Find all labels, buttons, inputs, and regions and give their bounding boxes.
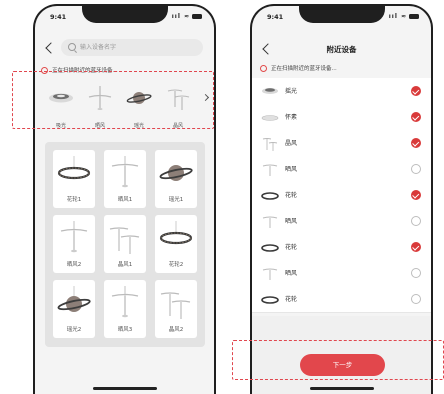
home-indicator	[309, 387, 374, 390]
highlight-frame-button	[232, 340, 444, 380]
checkbox-checked[interactable]	[411, 242, 421, 252]
list-item[interactable]: 晒风	[252, 156, 431, 183]
fan-light-icon	[111, 156, 139, 188]
battery-icon	[192, 14, 202, 19]
ceiling-light-icon	[262, 88, 278, 94]
device-name: 摇光	[285, 88, 298, 95]
checkbox-unchecked[interactable]	[411, 164, 421, 174]
list-item[interactable]: 晶风	[252, 130, 431, 157]
device-card[interactable]: 晒风3	[104, 280, 146, 338]
device-card-label: 花轮2	[168, 262, 184, 268]
ring-chandelier-icon	[261, 296, 279, 304]
status-time: 9:41	[267, 13, 284, 21]
device-name: 花轮	[285, 244, 298, 251]
ring-chandelier-icon	[159, 221, 193, 245]
twin-fan-icon	[262, 138, 278, 151]
device-name: 晶风	[285, 140, 298, 147]
list-item[interactable]: 花轮	[252, 182, 431, 209]
device-name: 怀素	[285, 114, 298, 121]
device-card-label: 晶风2	[168, 327, 184, 333]
signal-wifi-icon: ııl ≈	[171, 13, 190, 20]
device-card[interactable]: 瑶光2	[53, 280, 95, 338]
checkbox-unchecked[interactable]	[411, 294, 421, 304]
device-name: 晒风	[285, 270, 298, 277]
flat-disc-icon	[261, 115, 279, 121]
list-item[interactable]: 晒风	[252, 260, 431, 287]
home-indicator	[92, 387, 157, 390]
device-card-label: 晶风1	[117, 262, 133, 268]
device-card-label: 晒风3	[117, 327, 133, 333]
list-item[interactable]: 晒风	[252, 208, 431, 235]
device-name: 花轮	[285, 192, 298, 199]
device-card[interactable]: 瑶光1	[155, 150, 197, 208]
fan-light-icon	[111, 286, 139, 318]
device-card[interactable]: 花轮2	[155, 215, 197, 273]
fan-light-icon	[262, 164, 278, 176]
status-time: 9:41	[50, 13, 67, 21]
checkbox-checked[interactable]	[411, 190, 421, 200]
planet-lamp-icon	[159, 165, 193, 181]
scan-status-text: 正在扫描附近的蓝牙设备...	[271, 66, 337, 72]
back-icon[interactable]	[45, 42, 57, 54]
status-bar: 9:41 ııl ≈	[252, 11, 431, 25]
search-placeholder: 输入设备名字	[80, 44, 117, 51]
device-grid: 花轮1 晒风1 瑶光1 晒风2 晶风1 花轮2 瑶光2 晒风3 晶风2	[45, 142, 205, 347]
bluetooth-scan-icon	[260, 65, 267, 72]
list-item[interactable]: 花轮	[252, 234, 431, 261]
fan-light-icon	[60, 221, 88, 253]
device-card-label: 瑶光1	[168, 197, 184, 203]
device-card-label: 花轮1	[66, 197, 82, 203]
device-card-label: 晒风1	[117, 197, 133, 203]
battery-icon	[409, 14, 419, 19]
scan-status: 正在扫描附近的蓝牙设备...	[260, 64, 337, 72]
planet-lamp-icon	[57, 286, 91, 312]
device-card[interactable]: 晶风2	[155, 280, 197, 338]
list-item[interactable]: 花轮	[252, 286, 431, 313]
list-item[interactable]: 摇光	[252, 78, 431, 105]
search-input[interactable]: 输入设备名字	[61, 39, 203, 56]
device-card-label: 瑶光2	[66, 327, 82, 333]
list-item[interactable]: 怀素	[252, 104, 431, 131]
device-card[interactable]: 晒风2	[53, 215, 95, 273]
checkbox-checked[interactable]	[411, 112, 421, 122]
device-card[interactable]: 晶风1	[104, 215, 146, 273]
status-bar: 9:41 ııl ≈	[35, 11, 214, 25]
device-card-label: 晒风2	[66, 262, 82, 268]
ring-chandelier-icon	[261, 244, 279, 252]
phone-device-search: 9:41 ııl ≈ 输入设备名字 正在扫描附近的蓝牙设备... 吸光 晒风 瑶…	[33, 4, 216, 394]
device-name: 晒风	[285, 218, 298, 225]
search-icon	[68, 43, 76, 51]
fan-light-icon	[262, 268, 278, 280]
status-indicators: ııl ≈	[389, 13, 419, 20]
twin-fan-icon	[109, 227, 140, 254]
device-name: 晒风	[285, 166, 298, 173]
ring-chandelier-icon	[57, 156, 91, 180]
checkbox-checked[interactable]	[411, 138, 421, 148]
status-indicators: ııl ≈	[172, 13, 202, 20]
checkbox-unchecked[interactable]	[411, 216, 421, 226]
checkbox-unchecked[interactable]	[411, 268, 421, 278]
device-card[interactable]: 花轮1	[53, 150, 95, 208]
checkbox-checked[interactable]	[411, 86, 421, 96]
device-name: 花轮	[285, 296, 298, 303]
signal-wifi-icon: ııl ≈	[388, 13, 407, 20]
fan-light-icon	[262, 216, 278, 228]
page-title: 附近设备	[326, 45, 357, 54]
twin-fan-icon	[160, 292, 191, 319]
highlight-frame-strip	[12, 71, 214, 129]
phone-nearby-devices: 9:41 ııl ≈ 附近设备 正在扫描附近的蓝牙设备... 摇光 怀素 晶风 …	[250, 4, 433, 394]
ring-chandelier-icon	[261, 192, 279, 200]
device-card[interactable]: 晒风1	[104, 150, 146, 208]
